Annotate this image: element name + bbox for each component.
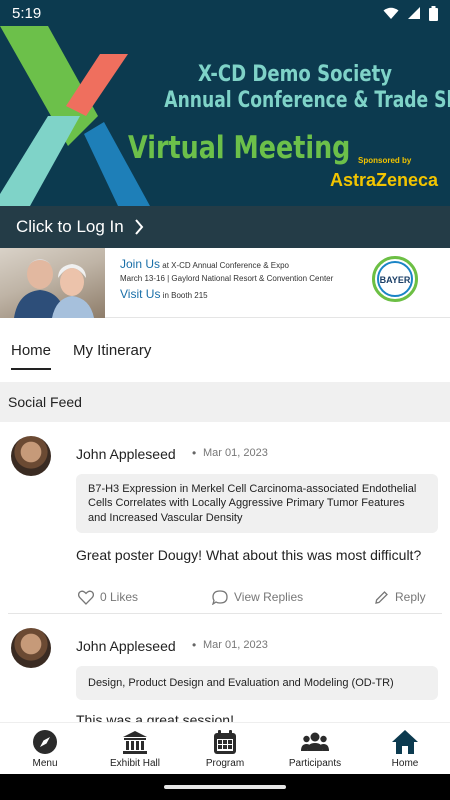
signal-icon [408,7,420,19]
separator-dot: • [192,446,197,460]
feed-post: John Appleseed • Mar 01, 2023 B7-H3 Expr… [8,422,442,614]
chevron-right-icon [134,219,144,235]
ad-banner[interactable]: Join Us at X-CD Annual Conference & Expo… [0,248,450,318]
system-nav-bar [0,774,450,800]
hero-banner[interactable]: X-CD Demo Society Annual Conference & Tr… [0,26,450,206]
status-bar: 5:19 [0,0,450,26]
sponsored-by-label: Sponsored by [358,156,412,165]
hero-headline: Virtual Meeting [128,130,351,166]
nav-home[interactable]: Home [360,723,450,774]
ad-text: Join Us at X-CD Annual Conference & Expo… [120,256,360,302]
nav-exhibit-hall[interactable]: Exhibit Hall [90,723,180,774]
ad-photo [0,248,105,318]
status-icons [383,5,438,21]
pencil-icon [375,590,388,604]
people-icon [301,732,329,751]
like-button[interactable]: 0 Likes [78,585,138,609]
bottom-nav: Menu Exhibit Hall Program Participants H… [0,722,450,774]
post-body: This was a great session! [76,712,234,722]
battery-icon [429,5,438,21]
bayer-logo: BAYER [372,256,418,302]
nav-exhibit-hall-label: Exhibit Hall [109,758,161,769]
hero-event-name: Annual Conference & Trade Show [164,88,450,113]
comment-icon [212,589,228,605]
reply-label: Reply [395,590,426,604]
nav-participants-label: Participants [288,758,342,769]
post-quote[interactable]: Design, Product Design and Evaluation an… [76,666,438,701]
ad-visit-text: in Booth 215 [162,290,208,300]
ad-join-text: at X-CD Annual Conference & Expo [162,261,289,270]
post-author[interactable]: John Appleseed [76,446,176,462]
post-date: Mar 01, 2023 [203,447,268,459]
home-icon [392,730,418,754]
view-replies-label: View Replies [234,590,304,604]
separator-dot: • [192,638,197,652]
post-date: Mar 01, 2023 [203,639,268,651]
ad-dates-venue: March 13-16 | Gaylord National Resort & … [120,274,334,284]
bayer-logo-text: BAYER [379,275,411,285]
nav-program-label: Program [205,758,245,769]
likes-count: 0 Likes [100,590,139,604]
wifi-icon [383,7,399,19]
post-actions: 0 Likes View Replies Reply [76,585,438,609]
nav-program[interactable]: Program [180,723,270,774]
ad-join-label: Join Us [120,257,161,271]
tab-home[interactable]: Home [11,330,52,370]
social-feed-header: Social Feed [0,382,450,422]
hero-org-name: X-CD Demo Society [197,62,392,87]
post-quote[interactable]: B7-H3 Expression in Merkel Cell Carcinom… [76,474,438,533]
login-label: Click to Log In [16,217,124,236]
avatar[interactable] [11,628,51,668]
nav-home-label: Home [391,758,419,769]
post-body: Great poster Dougy! What about this was … [76,547,422,563]
sponsor-logo: AstraZeneca [330,170,439,190]
nav-menu-label: Menu [32,758,58,769]
nav-participants[interactable]: Participants [270,723,360,774]
compass-icon [33,730,57,754]
status-time: 5:19 [12,4,42,22]
post-author[interactable]: John Appleseed [76,638,176,654]
calendar-icon [214,730,236,754]
view-replies-button[interactable]: View Replies [212,585,303,609]
gesture-handle[interactable] [164,785,286,789]
building-icon [123,731,147,754]
login-button[interactable]: Click to Log In [0,206,450,248]
tab-my-itinerary[interactable]: My Itinerary [73,330,151,370]
x-logo-teal-stroke [0,116,80,206]
nav-menu[interactable]: Menu [0,723,90,774]
heart-icon [78,590,94,605]
feed-post: John Appleseed • Mar 01, 2023 Design, Pr… [8,614,442,722]
reply-button[interactable]: Reply [374,585,426,609]
avatar[interactable] [11,436,51,476]
ad-visit-label: Visit Us [120,286,161,301]
tab-bar: Home My Itinerary [0,318,450,382]
